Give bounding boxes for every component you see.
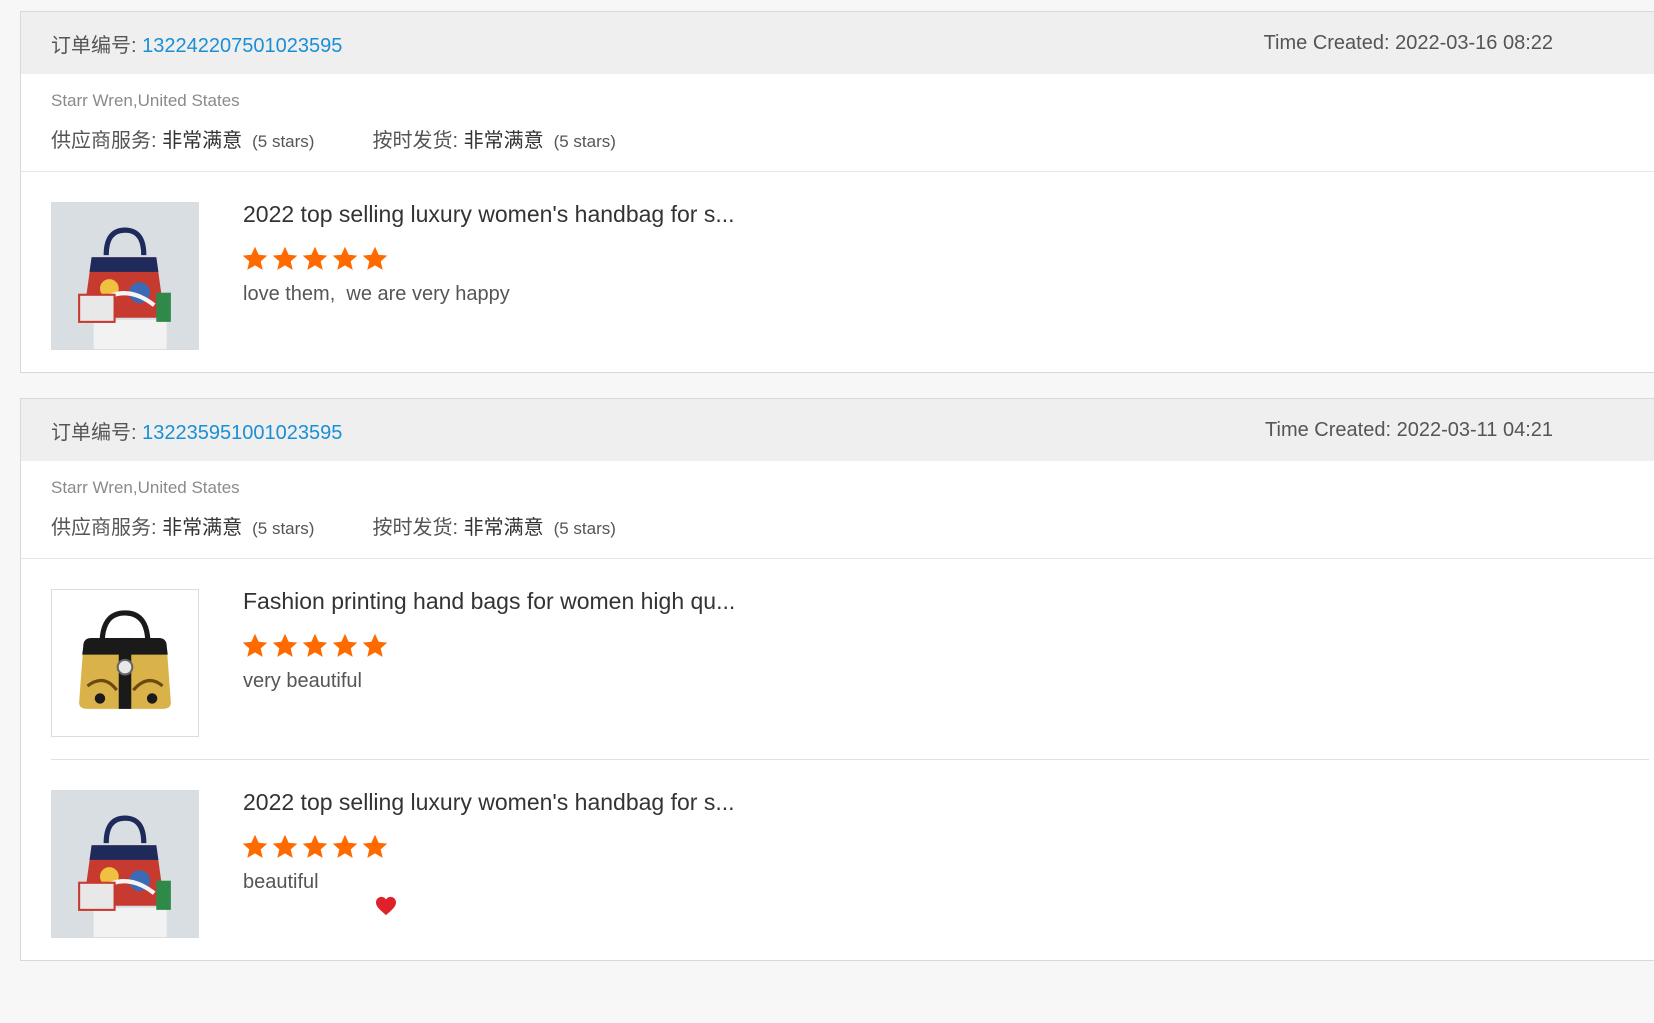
star-icon	[331, 245, 361, 275]
rating-label: 按时发货:	[372, 130, 464, 152]
star-icon	[271, 245, 301, 275]
rating-value: 非常满意	[463, 517, 544, 539]
supplier-service-rating: 供应商服务: 非常满意 (5 stars)	[51, 511, 314, 540]
star-icon	[361, 833, 391, 863]
heart-icon	[331, 873, 397, 915]
product-title[interactable]: Fashion printing hand bags for women hig…	[243, 588, 735, 615]
order-number-group: 订单编号: 132242207501023595	[51, 29, 342, 58]
rating-label: 按时发货:	[372, 517, 464, 539]
star-icon	[301, 632, 331, 662]
handbag-colorful-icon	[52, 791, 198, 937]
star-icon	[331, 833, 361, 863]
rating-label: 供应商服务:	[51, 517, 163, 539]
product-review: Fashion printing hand bags for women hig…	[51, 559, 1649, 759]
product-review: 2022 top selling luxury women's handbag …	[51, 172, 1649, 372]
product-rating-stars	[241, 245, 391, 275]
review-comment-text: beautiful	[243, 871, 319, 893]
time-created: Time Created: 2022-03-11 04:21	[1265, 418, 1553, 441]
seller-ratings: 供应商服务: 非常满意 (5 stars) 按时发货: 非常满意 (5 stars)	[51, 124, 1649, 153]
star-icon	[361, 632, 391, 662]
time-created: Time Created: 2022-03-16 08:22	[1263, 31, 1553, 54]
order-header: 订单编号: 132242207501023595 Time Created: 2…	[21, 12, 1654, 74]
rating-value: 非常满意	[162, 517, 243, 539]
product-review: 2022 top selling luxury women's handbag …	[51, 759, 1649, 960]
star-icon	[241, 632, 271, 662]
product-rating-stars	[241, 632, 391, 662]
rating-label: 供应商服务:	[51, 130, 163, 152]
buyer-section: Starr Wren,United States 供应商服务: 非常满意 (5 s…	[21, 461, 1654, 559]
rating-value: 非常满意	[162, 130, 243, 152]
product-thumbnail[interactable]	[51, 790, 199, 938]
supplier-service-rating: 供应商服务: 非常满意 (5 stars)	[51, 124, 314, 153]
star-icon	[271, 632, 301, 662]
review-comment-text: very beautiful	[243, 670, 362, 692]
buyer-name: Starr Wren,United States	[51, 91, 240, 110]
handbag-gold-icon	[52, 590, 198, 736]
product-thumbnail[interactable]	[51, 202, 199, 350]
on-time-shipping-rating: 按时发货: 非常满意 (5 stars)	[372, 511, 615, 540]
buyer-section: Starr Wren,United States 供应商服务: 非常满意 (5 s…	[21, 74, 1654, 172]
order-number-link[interactable]: 132242207501023595	[142, 35, 342, 57]
product-rating-stars	[241, 833, 391, 863]
buyer-name: Starr Wren,United States	[51, 478, 240, 497]
on-time-shipping-rating: 按时发货: 非常满意 (5 stars)	[372, 124, 615, 153]
rating-stars-text: (5 stars)	[252, 132, 315, 151]
review-comment-text: love them, we are very happy	[243, 283, 510, 305]
order-number-label: 订单编号:	[51, 34, 143, 57]
seller-ratings: 供应商服务: 非常满意 (5 stars) 按时发货: 非常满意 (5 stars)	[51, 511, 1649, 540]
star-icon	[301, 833, 331, 863]
rating-value: 非常满意	[463, 130, 544, 152]
order-number-link[interactable]: 132235951001023595	[142, 422, 342, 444]
order-header: 订单编号: 132235951001023595 Time Created: 2…	[21, 399, 1654, 461]
star-icon	[331, 632, 361, 662]
star-icon	[241, 245, 271, 275]
product-thumbnail[interactable]	[51, 589, 199, 737]
rating-stars-text: (5 stars)	[252, 519, 315, 538]
rating-stars-text: (5 stars)	[553, 519, 616, 538]
order-number-label: 订单编号:	[51, 421, 143, 444]
review-comment: love them, we are very happy	[243, 283, 510, 306]
order-number-group: 订单编号: 132235951001023595	[51, 416, 342, 445]
rating-stars-text: (5 stars)	[553, 132, 616, 151]
star-icon	[361, 245, 391, 275]
order-card: 订单编号: 132235951001023595 Time Created: 2…	[20, 398, 1654, 961]
star-icon	[271, 833, 301, 863]
review-comment: beautiful	[243, 871, 397, 915]
product-title[interactable]: 2022 top selling luxury women's handbag …	[243, 789, 735, 816]
star-icon	[241, 833, 271, 863]
product-title[interactable]: 2022 top selling luxury women's handbag …	[243, 201, 735, 228]
review-comment: very beautiful	[243, 670, 362, 693]
order-card: 订单编号: 132242207501023595 Time Created: 2…	[20, 11, 1654, 373]
star-icon	[301, 245, 331, 275]
handbag-colorful-icon	[52, 203, 198, 349]
